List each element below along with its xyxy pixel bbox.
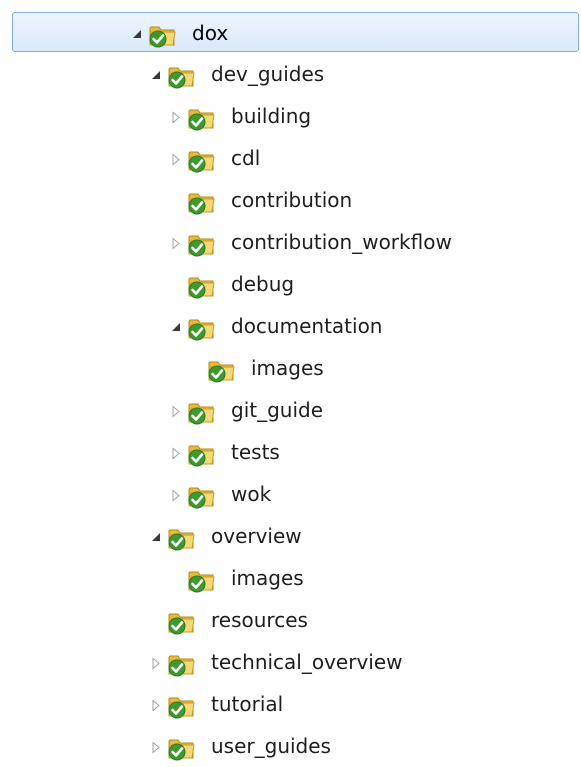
tree-item-label: dev_guides — [211, 62, 325, 86]
tree-row-documentation[interactable]: documentation — [12, 306, 579, 346]
tree-item-label: wok — [231, 482, 272, 506]
tree-row-tutorial[interactable]: tutorial — [12, 684, 579, 724]
tree-item-label: documentation — [231, 314, 383, 338]
expand-arrow-icon[interactable] — [150, 739, 162, 754]
tree-item-label: cdl — [231, 146, 261, 170]
tree-item-label: overview — [211, 524, 302, 548]
tree-row-contribution-workflow[interactable]: contribution_workflow — [12, 222, 579, 262]
expand-arrow-icon[interactable] — [170, 151, 182, 166]
folder-synced-icon — [187, 397, 217, 425]
folder-synced-icon — [187, 271, 217, 299]
expand-arrow-icon[interactable] — [170, 445, 182, 460]
folder-synced-icon — [148, 20, 178, 48]
folder-synced-icon — [187, 481, 217, 509]
expand-arrow-icon[interactable] — [150, 697, 162, 712]
tree-item-label: dox — [192, 21, 229, 45]
collapse-arrow-icon[interactable] — [150, 67, 162, 80]
folder-synced-icon — [167, 523, 197, 551]
tree-row-overview[interactable]: overview — [12, 516, 579, 556]
folder-synced-icon — [167, 607, 197, 635]
tree-item-label: images — [231, 566, 304, 590]
expand-arrow-icon[interactable] — [170, 109, 182, 124]
folder-synced-icon — [167, 649, 197, 677]
tree-row-user-guides[interactable]: user_guides — [12, 726, 579, 766]
collapse-arrow-icon[interactable] — [150, 529, 162, 542]
tree-row-wok[interactable]: wok — [12, 474, 579, 514]
folder-tree: dox dev_guides building cdl contribution… — [0, 0, 581, 767]
folder-synced-icon — [167, 61, 197, 89]
tree-row-dox[interactable]: dox — [12, 12, 579, 52]
tree-row-images[interactable]: images — [12, 558, 579, 598]
folder-synced-icon — [167, 691, 197, 719]
folder-synced-icon — [187, 145, 217, 173]
tree-row-cdl[interactable]: cdl — [12, 138, 579, 178]
tree-row-debug[interactable]: debug — [12, 264, 579, 304]
tree-item-label: tutorial — [211, 692, 284, 716]
tree-row-contribution[interactable]: contribution — [12, 180, 579, 220]
folder-synced-icon — [167, 733, 197, 761]
tree-item-label: tests — [231, 440, 280, 464]
tree-item-label: git_guide — [231, 398, 324, 422]
tree-row-git-guide[interactable]: git_guide — [12, 390, 579, 430]
folder-synced-icon — [187, 565, 217, 593]
tree-item-label: technical_overview — [211, 650, 403, 674]
folder-synced-icon — [187, 229, 217, 257]
tree-row-images[interactable]: images — [12, 348, 579, 388]
tree-row-dev-guides[interactable]: dev_guides — [12, 54, 579, 94]
tree-item-label: resources — [211, 608, 308, 632]
expand-arrow-icon[interactable] — [150, 655, 162, 670]
tree-item-label: contribution — [231, 188, 353, 212]
tree-item-label: images — [251, 356, 324, 380]
collapse-arrow-icon[interactable] — [131, 26, 143, 39]
tree-item-label: building — [231, 104, 312, 128]
tree-item-label: user_guides — [211, 734, 331, 758]
tree-item-label: contribution_workflow — [231, 230, 452, 254]
tree-item-label: debug — [231, 272, 295, 296]
expand-arrow-icon[interactable] — [170, 403, 182, 418]
tree-row-building[interactable]: building — [12, 96, 579, 136]
expand-arrow-icon[interactable] — [170, 487, 182, 502]
folder-synced-icon — [187, 187, 217, 215]
folder-synced-icon — [207, 355, 237, 383]
folder-synced-icon — [187, 103, 217, 131]
tree-row-technical-overview[interactable]: technical_overview — [12, 642, 579, 682]
tree-row-tests[interactable]: tests — [12, 432, 579, 472]
folder-synced-icon — [187, 439, 217, 467]
folder-synced-icon — [187, 313, 217, 341]
tree-row-resources[interactable]: resources — [12, 600, 579, 640]
expand-arrow-icon[interactable] — [170, 235, 182, 250]
collapse-arrow-icon[interactable] — [170, 319, 182, 332]
